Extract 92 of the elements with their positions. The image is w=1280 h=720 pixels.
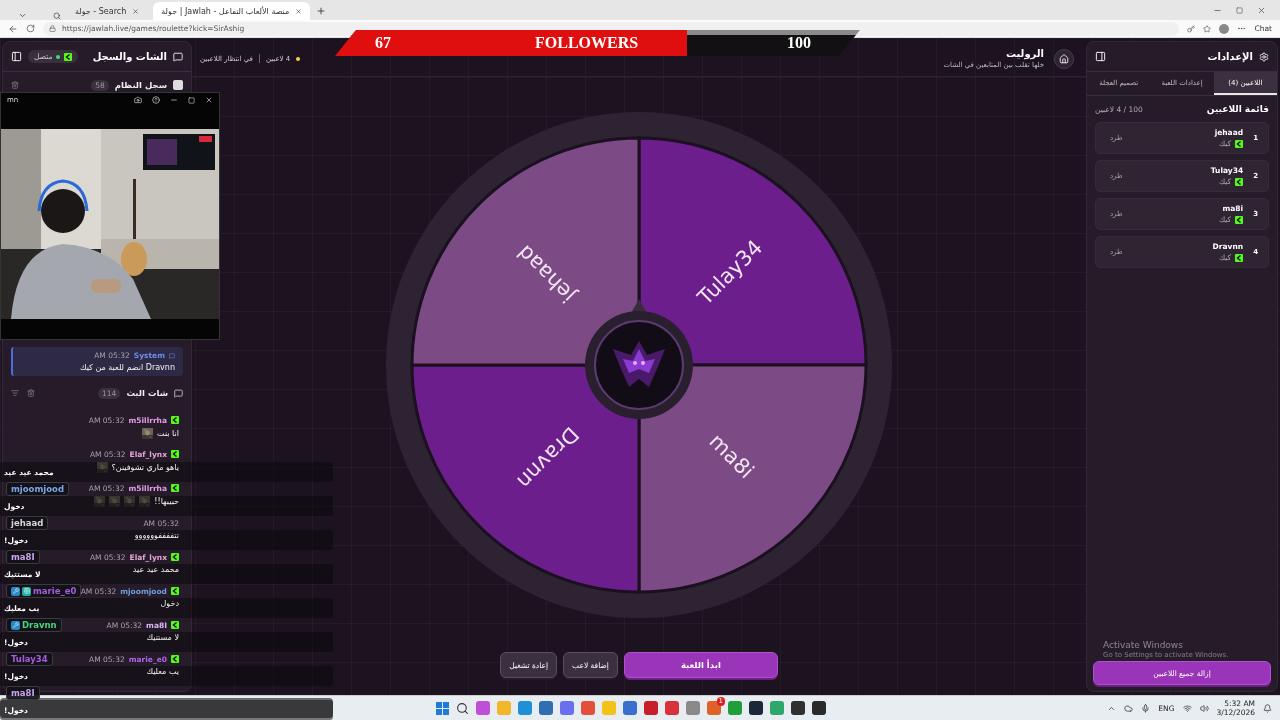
followers-goal: 100 — [787, 33, 811, 53]
logo-icon — [1235, 253, 1244, 262]
collapse-icon[interactable] — [11, 51, 22, 62]
followers-label: FOLLOWERS — [535, 33, 639, 53]
home-icon — [1059, 53, 1069, 64]
trash-icon[interactable] — [11, 81, 19, 89]
lock-icon — [49, 25, 56, 32]
settings-icon — [1259, 51, 1269, 62]
help-icon[interactable] — [152, 96, 160, 104]
game-title: الروليت — [1004, 48, 1044, 59]
profile-avatar[interactable] — [1219, 23, 1230, 34]
section-title: سجل النظام — [114, 80, 167, 90]
username-chip: mjoomjood — [6, 482, 69, 496]
message-text: Dravnn انضم للعبة من كيك — [78, 363, 175, 372]
logo-icon — [171, 416, 179, 424]
close-icon[interactable] — [205, 96, 213, 104]
network-icon[interactable] — [1182, 703, 1192, 713]
start-button[interactable]: ابدأ اللعبة — [623, 652, 778, 678]
logo-icon — [171, 450, 179, 458]
log-icon — [173, 80, 183, 90]
app-icon[interactable] — [749, 701, 763, 715]
star-icon[interactable] — [1203, 24, 1212, 33]
username-chip: jehaad — [6, 516, 49, 530]
browser-tab[interactable]: جولة | Jawlah - منصة الألعاب التفاعل — [153, 2, 311, 20]
more-icon[interactable] — [1237, 24, 1247, 33]
chat-icon — [174, 388, 183, 398]
status-dot — [296, 56, 301, 61]
app-icon[interactable] — [791, 701, 805, 715]
maximize-icon[interactable] — [1236, 6, 1243, 14]
wrench-icon — [11, 586, 20, 596]
app-icon[interactable] — [539, 701, 553, 715]
start-icon[interactable] — [436, 701, 449, 715]
logo-icon — [171, 655, 179, 663]
tab-list-icon[interactable] — [18, 11, 27, 20]
chat-icon — [169, 352, 175, 359]
logo-icon — [171, 553, 179, 561]
bell-icon[interactable] — [1263, 703, 1272, 713]
chat-icon — [173, 51, 183, 62]
message-text: محمد عيد عيد — [132, 564, 179, 574]
message-text: ياهو ماري تشوفينن؟ — [111, 462, 179, 472]
followers-current: 67 — [375, 33, 391, 53]
message-text: دخول — [160, 598, 179, 608]
app-icon[interactable] — [560, 701, 574, 715]
message-text: انا بنت — [157, 428, 179, 438]
username-chip: Dravnn — [6, 618, 62, 632]
logo-icon — [171, 587, 179, 595]
app-icon[interactable] — [623, 701, 637, 715]
volume-icon[interactable] — [1199, 703, 1209, 713]
emblem-icon — [613, 340, 665, 387]
list-title: قائمة اللاعبين — [1206, 104, 1269, 114]
app-icon[interactable] — [812, 701, 826, 715]
logo-icon — [1235, 177, 1244, 186]
message-text: تتففففوووووو — [134, 530, 179, 540]
username-chip: ma8I — [6, 550, 40, 564]
app-icon[interactable] — [476, 701, 490, 715]
browser-tab[interactable]: جولة - Search — [67, 2, 148, 20]
search-icon[interactable] — [53, 12, 61, 20]
trash-icon[interactable] — [27, 389, 35, 397]
logo-icon — [1235, 215, 1244, 224]
search-icon[interactable] — [456, 701, 469, 715]
section-title: شات البث — [126, 388, 168, 398]
close-icon[interactable] — [132, 7, 140, 15]
username-chip: ma8I — [6, 686, 40, 700]
close-icon[interactable] — [1257, 5, 1266, 15]
activation-title: Activate Windows — [1103, 640, 1184, 650]
message-text: لا مستتيك — [146, 632, 179, 642]
logo-icon — [171, 484, 179, 492]
reload-icon[interactable] — [26, 24, 35, 33]
minimize-icon[interactable] — [170, 96, 178, 104]
panel-title: الشات والسجل — [92, 51, 167, 62]
app-icon[interactable] — [665, 701, 679, 715]
screenshot-icon[interactable] — [134, 96, 142, 104]
home-button[interactable] — [1054, 48, 1074, 69]
username-chip: marie_e0 — [6, 584, 82, 598]
username-chip: Tulay34 — [6, 652, 53, 666]
app-icon[interactable] — [644, 701, 658, 715]
logo-icon — [1235, 139, 1244, 148]
microphone-icon[interactable] — [1141, 703, 1151, 713]
message-text: يب معليك — [146, 666, 179, 676]
logo-icon — [171, 621, 179, 629]
close-icon[interactable] — [295, 7, 303, 15]
filter-icon[interactable] — [11, 389, 19, 397]
cloud-icon[interactable] — [1124, 703, 1134, 713]
new-tab-icon[interactable] — [316, 6, 327, 16]
wrench-icon — [11, 620, 20, 630]
grid-icon — [22, 586, 31, 596]
back-icon[interactable] — [8, 23, 18, 34]
message-text: حبيبها!! — [154, 496, 179, 506]
panel-title: الإعدادات — [1207, 51, 1253, 62]
logo-icon — [64, 52, 73, 61]
collapse-icon[interactable] — [1095, 51, 1106, 62]
key-icon[interactable] — [1187, 24, 1196, 33]
